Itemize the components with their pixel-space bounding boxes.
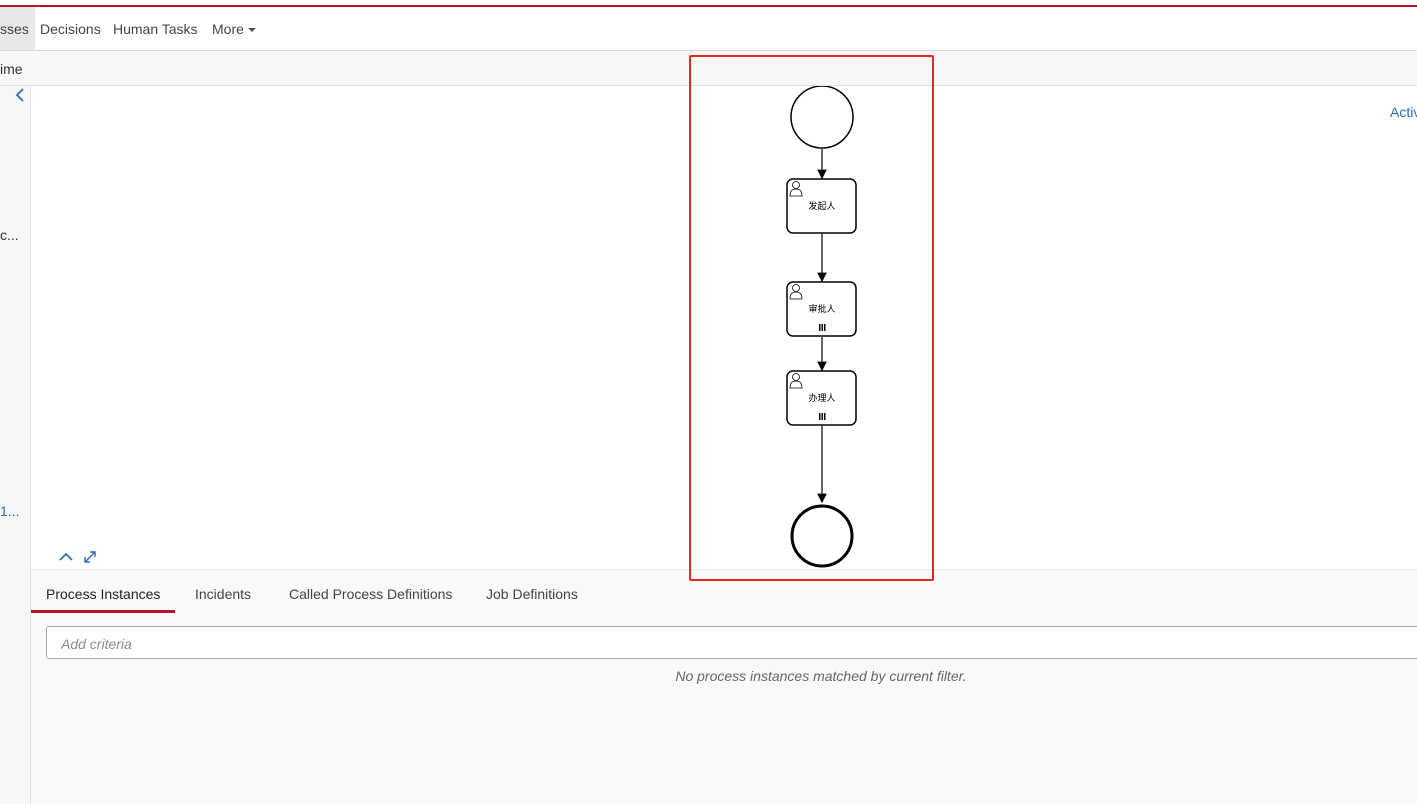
top-accent-bar [0, 0, 1417, 7]
sidebar-truncated-text: c... [0, 227, 19, 243]
bpmn-diagram: 发起人 审批人 办理人 [786, 86, 857, 568]
user-task-1[interactable]: 发起人 [786, 178, 857, 234]
nav-human-tasks[interactable]: Human Tasks [113, 7, 198, 50]
parallel-multi-instance-icon [819, 413, 826, 420]
tab-incidents[interactable]: Incidents [195, 570, 251, 610]
nav-decisions[interactable]: Decisions [40, 7, 101, 50]
task-label: 发起人 [808, 200, 835, 212]
sidebar-truncated-link[interactable]: 1... [0, 503, 19, 519]
active-instances-link[interactable]: Activ [1390, 104, 1417, 120]
nav-more[interactable]: More [212, 7, 256, 50]
breadcrumb[interactable]: ime [0, 51, 23, 87]
add-criteria-input[interactable] [59, 633, 663, 655]
chevron-down-icon [247, 28, 256, 33]
task-label: 审批人 [808, 303, 835, 315]
search-criteria-box[interactable] [46, 626, 1417, 659]
sidebar: c... 1... [0, 86, 31, 804]
tabs-bar: Process Instances Incidents Called Proce… [31, 569, 1417, 618]
chevron-up-icon[interactable] [57, 548, 75, 566]
tab-job-definitions[interactable]: Job Definitions [486, 570, 578, 610]
expand-icon[interactable] [81, 548, 99, 566]
tab-called-process-definitions[interactable]: Called Process Definitions [289, 570, 452, 610]
tab-process-instances[interactable]: Process Instances [31, 570, 176, 613]
end-event[interactable] [790, 504, 854, 568]
nav-processes[interactable]: sses [0, 7, 35, 50]
nav-more-label: More [212, 21, 244, 37]
process-diagram: 发起人 审批人 办理人 Activ [31, 86, 1417, 569]
instances-panel: No process instances matched by current … [31, 617, 1417, 804]
user-task-3[interactable]: 办理人 [786, 370, 857, 426]
top-navbar: sses Decisions Human Tasks More [0, 7, 1417, 51]
parallel-multi-instance-icon [819, 324, 826, 331]
collapse-left-icon[interactable] [12, 86, 28, 104]
task-label: 办理人 [808, 392, 835, 404]
empty-results-message: No process instances matched by current … [675, 668, 967, 684]
breadcrumb-bar: ime [0, 51, 1417, 86]
start-event[interactable] [790, 86, 854, 149]
user-task-2[interactable]: 审批人 [786, 281, 857, 337]
